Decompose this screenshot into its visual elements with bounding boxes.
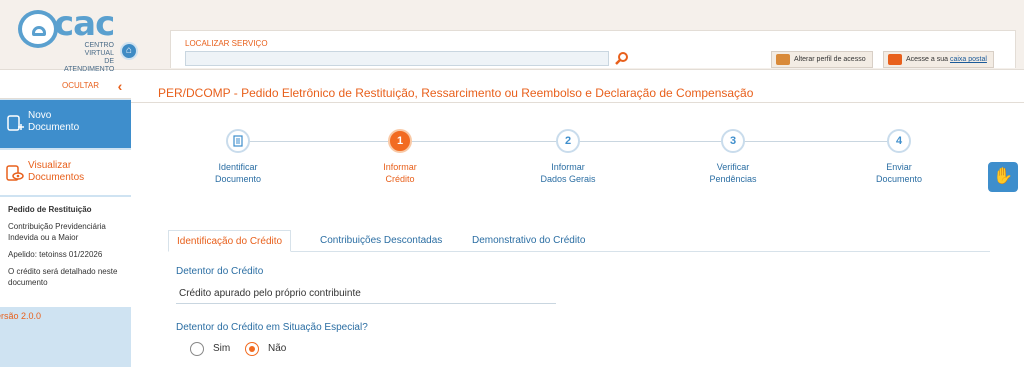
step-2-informar-credito[interactable]: 1 bbox=[388, 129, 412, 153]
step-4-verificar[interactable]: 3 bbox=[721, 129, 745, 153]
document-icon bbox=[233, 135, 243, 147]
detentor-label: Detentor do Crédito bbox=[176, 266, 264, 277]
search-label: LOCALIZAR SERVIÇO bbox=[185, 39, 268, 48]
document-info: Pedido de Restituição Contribuição Previ… bbox=[0, 197, 131, 307]
detentor-field[interactable]: Crédito apurado pelo próprio contribuint… bbox=[176, 284, 556, 304]
step-label: Enviar Documento bbox=[875, 162, 923, 184]
search-panel: LOCALIZAR SERVIÇO Alterar perfil de aces… bbox=[170, 30, 1016, 68]
sidebar-item-visualizar-documentos[interactable]: Visualizar Documentos bbox=[0, 150, 131, 196]
radio-nao[interactable] bbox=[245, 342, 259, 356]
radio-nao-label[interactable]: Não bbox=[268, 343, 286, 354]
version-label: ersão 2.0.0 bbox=[0, 311, 42, 321]
situacao-especial-label: Detentor do Crédito em Situação Especial… bbox=[176, 322, 368, 333]
step-label: Verificar Pendências bbox=[709, 162, 757, 184]
search-input[interactable] bbox=[185, 51, 609, 66]
ocultar-label[interactable]: OCULTAR bbox=[62, 81, 99, 90]
view-documents-icon bbox=[6, 165, 24, 181]
info-apelido: Apelido: tetoinss 01/22026 bbox=[8, 250, 103, 259]
alterar-perfil-button[interactable]: Alterar perfil de acesso bbox=[771, 51, 873, 68]
search-icon[interactable] bbox=[615, 51, 629, 65]
tab-bar: Identificação do Crédito Contribuições D… bbox=[168, 230, 990, 252]
step-label: Identificar Documento bbox=[214, 162, 262, 184]
step-3-dados-gerais[interactable]: 2 bbox=[556, 129, 580, 153]
radio-sim[interactable] bbox=[190, 342, 204, 356]
sidebar-item-label: Novo Documento bbox=[28, 110, 80, 133]
accessibility-hands-icon[interactable]: ✋ bbox=[988, 162, 1018, 192]
sidebar: OCULTAR ‹ Novo Documento Visualizar Docume… bbox=[0, 71, 131, 367]
logo-text: cac bbox=[54, 4, 115, 44]
info-description: Contribuição Previdenciária Indevida ou … bbox=[8, 222, 106, 242]
step-label: Informar Dados Gerais bbox=[540, 162, 596, 184]
home-icon[interactable]: ⌂ bbox=[120, 42, 138, 60]
radio-sim-label[interactable]: Sim bbox=[213, 343, 230, 354]
step-5-enviar[interactable]: 4 bbox=[887, 129, 911, 153]
mail-icon bbox=[888, 54, 902, 65]
ocultar-bar: OCULTAR ‹ bbox=[0, 71, 131, 99]
chevron-left-icon[interactable]: ‹ bbox=[112, 77, 128, 95]
tab-demonstrativo-credito[interactable]: Demonstrativo do Crédito bbox=[464, 230, 593, 252]
info-title: Pedido de Restituição bbox=[8, 205, 92, 214]
logo-subtitle: CENTRO VIRTUAL DE ATENDIMENTO bbox=[64, 42, 115, 73]
tab-contribuicoes-descontadas[interactable]: Contribuições Descontadas bbox=[312, 230, 450, 252]
step-1-identificar[interactable] bbox=[226, 129, 250, 153]
page-title: PER/DCOMP - Pedido Eletrônico de Restitu… bbox=[158, 86, 754, 100]
caixa-postal-button[interactable]: Acesse a sua caixa postal bbox=[883, 51, 994, 68]
ecac-logo[interactable]: cac CENTRO VIRTUAL DE ATENDIMENTO bbox=[14, 4, 122, 73]
sidebar-item-novo-documento[interactable]: Novo Documento bbox=[0, 100, 131, 148]
divider bbox=[131, 102, 1024, 103]
new-document-icon bbox=[7, 115, 24, 131]
info-note: O crédito será detalhado neste documento bbox=[8, 267, 118, 287]
people-icon bbox=[776, 54, 790, 65]
caixa-postal-link[interactable]: caixa postal bbox=[950, 56, 987, 63]
sidebar-item-label: Visualizar Documentos bbox=[28, 160, 85, 183]
step-label: Informar Crédito bbox=[383, 162, 417, 184]
tab-identificacao-credito[interactable]: Identificação do Crédito bbox=[168, 230, 292, 252]
header: cac CENTRO VIRTUAL DE ATENDIMENTO ⌂ LOCAL… bbox=[0, 0, 1024, 73]
logo-e-mark bbox=[18, 10, 58, 48]
